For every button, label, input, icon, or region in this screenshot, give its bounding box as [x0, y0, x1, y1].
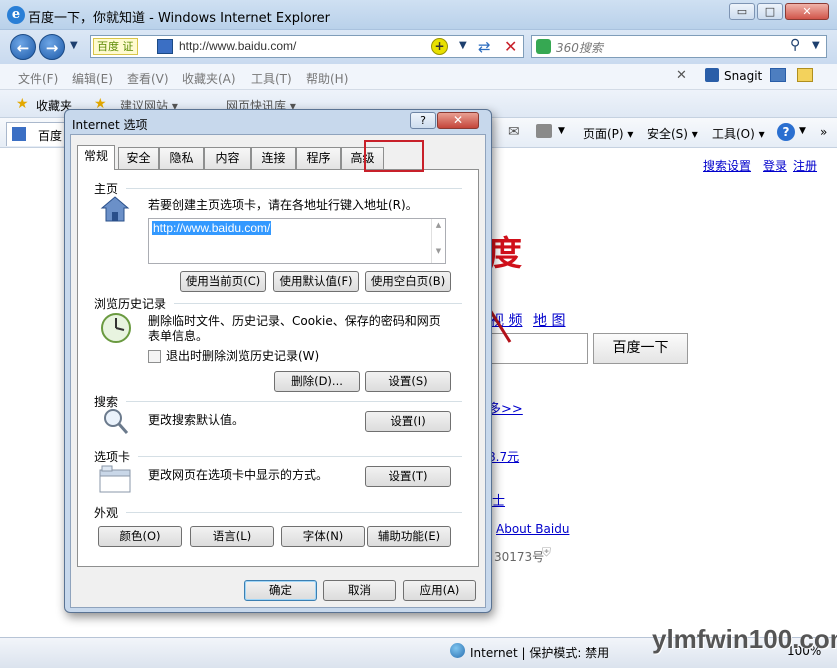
colors-button[interactable]: 颜色(O): [98, 526, 182, 547]
history-description: 删除临时文件、历史记录、Cookie、保存的密码和网页表单信息。: [148, 314, 441, 343]
ok-button[interactable]: 确定: [244, 580, 317, 601]
dialog-body: 常规 安全 隐私 内容 连接 程序 高级 主页 若要创建主页选项卡，请在各地址行…: [70, 134, 486, 608]
home-divider: [126, 188, 462, 189]
tabs-description: 更改网页在选项卡中显示的方式。: [148, 468, 329, 482]
tabs-section-title: 选项卡: [94, 450, 131, 464]
tab-content[interactable]: 内容: [204, 147, 251, 169]
tabs-window-icon: [99, 465, 131, 493]
cancel-button[interactable]: 取消: [323, 580, 396, 601]
languages-button[interactable]: 语言(L): [190, 526, 274, 547]
tabs-settings-button[interactable]: 设置(T): [365, 466, 451, 487]
appearance-divider: [126, 512, 462, 513]
fonts-button[interactable]: 字体(N): [281, 526, 365, 547]
home-description: 若要创建主页选项卡，请在各地址行键入地址(R)。: [148, 198, 418, 212]
history-divider: [174, 303, 462, 304]
internet-options-dialog: Internet 选项 ? ✕ 常规 安全 隐私 内容 连接 程序 高级 主页 …: [64, 109, 492, 613]
search-settings-button[interactable]: 设置(I): [365, 411, 451, 432]
use-default-button[interactable]: 使用默认值(F): [273, 271, 359, 292]
house-icon: [100, 196, 130, 222]
tab-connections[interactable]: 连接: [251, 147, 296, 169]
history-settings-button[interactable]: 设置(S): [365, 371, 451, 392]
tab-programs[interactable]: 程序: [296, 147, 341, 169]
tabs-divider: [138, 456, 462, 457]
dialog-title: Internet 选项: [72, 118, 148, 132]
dialog-help-button[interactable]: ?: [410, 112, 436, 129]
history-clock-icon: [101, 313, 131, 343]
dialog-close-button[interactable]: ✕: [437, 112, 479, 129]
delete-on-exit-checkbox[interactable]: [148, 350, 161, 363]
home-page-textarea[interactable]: http://www.baidu.com/ ▲ ▼: [148, 218, 446, 264]
use-blank-button[interactable]: 使用空白页(B): [365, 271, 451, 292]
accessibility-button[interactable]: 辅助功能(E): [367, 526, 451, 547]
highlight-advanced-tab: [364, 140, 424, 172]
home-scrollbar[interactable]: ▲ ▼: [431, 219, 445, 263]
search-description: 更改搜索默认值。: [148, 413, 245, 427]
delete-history-button[interactable]: 删除(D)...: [274, 371, 360, 392]
apply-button[interactable]: 应用(A): [403, 580, 476, 601]
delete-on-exit-label[interactable]: 退出时删除浏览历史记录(W): [166, 349, 319, 364]
appearance-section-title: 外观: [94, 506, 119, 520]
magnifier-icon: [104, 409, 129, 434]
home-url-selected: http://www.baidu.com/: [152, 221, 272, 235]
use-current-button[interactable]: 使用当前页(C): [180, 271, 266, 292]
tab-security[interactable]: 安全: [118, 147, 159, 169]
tab-general[interactable]: 常规: [77, 145, 115, 170]
tab-privacy[interactable]: 隐私: [159, 147, 204, 169]
general-tab-panel: 主页 若要创建主页选项卡，请在各地址行键入地址(R)。 http://www.b…: [77, 169, 479, 567]
search-divider: [126, 401, 462, 402]
